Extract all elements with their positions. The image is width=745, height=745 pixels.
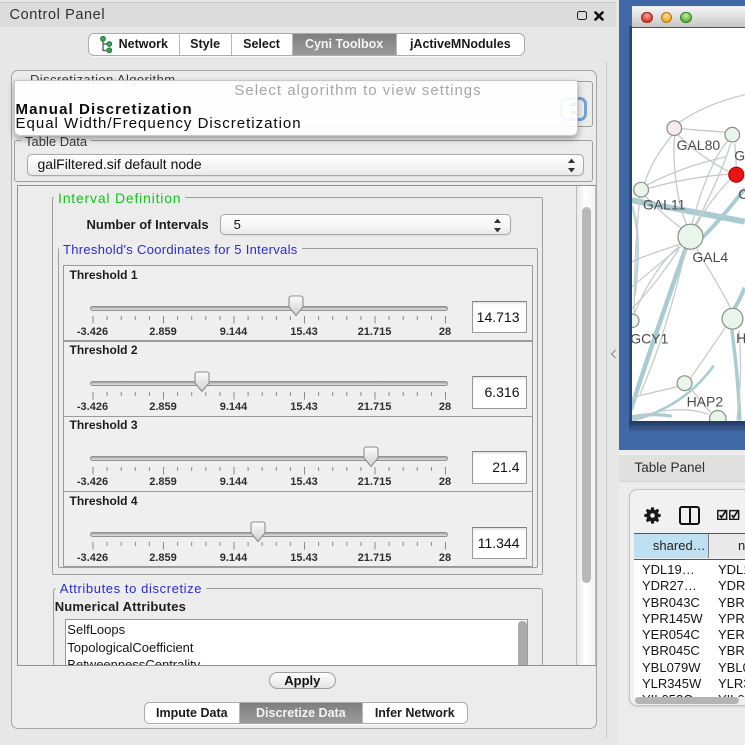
svg-text:C: C xyxy=(738,186,745,202)
svg-text:GCY1: GCY1 xyxy=(632,331,669,347)
svg-text:GAL11: GAL11 xyxy=(643,197,686,213)
svg-text:GA: GA xyxy=(734,148,744,164)
svg-text:GAL80: GAL80 xyxy=(677,137,721,153)
svg-text:HAP2: HAP2 xyxy=(687,394,724,410)
svg-text:GAL4: GAL4 xyxy=(693,249,729,265)
svg-text:H: H xyxy=(736,330,745,346)
